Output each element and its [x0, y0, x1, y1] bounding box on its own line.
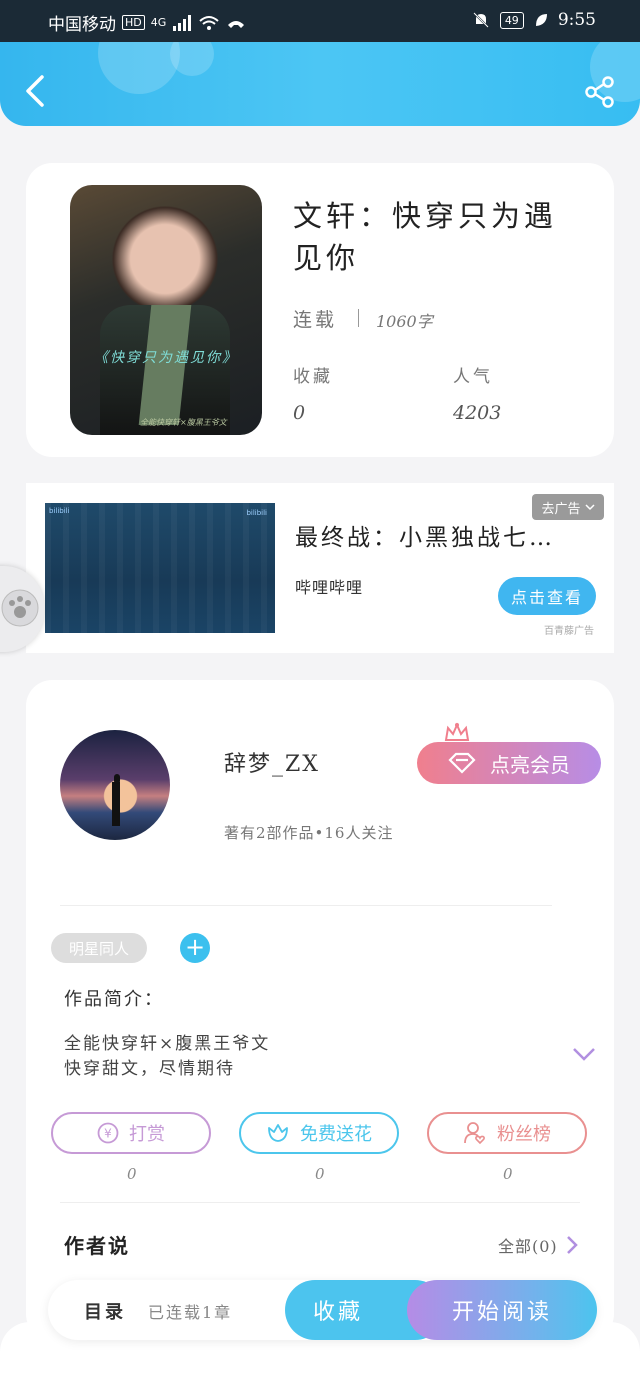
crown-icon: [444, 722, 470, 741]
tip-count: 0: [127, 1165, 137, 1183]
genre-tag[interactable]: 明星同人: [51, 933, 147, 963]
send-flower-button[interactable]: 免费送花: [239, 1112, 399, 1154]
ad-provider: 百青藤广告: [544, 626, 594, 637]
call-icon: [228, 20, 245, 28]
cover-title-text: 《快穿只为遇见你》: [94, 350, 238, 366]
favorites-value: 0: [293, 402, 306, 424]
ad-title[interactable]: 最终战：小黑独战七…: [295, 518, 565, 552]
section-divider: [60, 905, 552, 906]
book-title: 文轩：快穿只为遇见你: [293, 199, 558, 275]
hd-badge: HD: [122, 15, 145, 30]
author-avatar[interactable]: [60, 730, 170, 840]
wifi-icon: [199, 15, 219, 30]
author-says-label: 作者说: [64, 1234, 130, 1258]
meta-divider: [358, 309, 359, 327]
fans-count: 0: [503, 1165, 513, 1183]
start-reading-button[interactable]: 开始阅读: [407, 1280, 597, 1340]
signal-icon: [173, 14, 192, 31]
section-divider-2: [60, 1202, 580, 1203]
back-icon[interactable]: [22, 74, 48, 108]
vip-button-label: 点亮会员: [490, 752, 570, 777]
vip-button[interactable]: 点亮会员: [417, 742, 601, 784]
chevron-down-icon: [584, 504, 595, 511]
toc-button[interactable]: 目录 已连载1章: [84, 1298, 232, 1324]
fans-rank-button[interactable]: 粉丝榜: [427, 1112, 587, 1154]
remove-ad-button[interactable]: 去广告: [532, 494, 604, 520]
cover-subtitle-text: 全能快穿轩×腹黑王爷文: [140, 418, 227, 427]
share-icon[interactable]: [584, 76, 616, 108]
status-bar: 中国移动 HD 4G 49 9:55: [0, 0, 640, 42]
yen-icon: ¥: [97, 1122, 119, 1144]
author-name[interactable]: 辞梦_ZX: [224, 746, 320, 778]
ad-image[interactable]: bilibili bilibili: [45, 503, 275, 633]
send-flower-label: 免费送花: [300, 1124, 372, 1145]
flower-icon: [268, 1124, 288, 1142]
fans-rank-label: 粉丝榜: [497, 1124, 551, 1145]
favorites-label: 收藏: [293, 367, 333, 387]
book-status: 连载: [293, 309, 338, 331]
carrier-label: 中国移动: [48, 15, 116, 35]
remove-ad-label: 去广告: [541, 501, 581, 517]
tip-button[interactable]: ¥ 打赏: [51, 1112, 211, 1154]
chevron-right-icon: [566, 1236, 578, 1254]
chapter-count: 已连载1章: [148, 1303, 233, 1322]
book-cover[interactable]: 《快穿只为遇见你》 全能快穿轩×腹黑王爷文: [70, 185, 262, 435]
intro-line-2: 快穿甜文，尽情期待: [64, 1059, 235, 1079]
mute-bell-icon: [473, 12, 489, 28]
network-label: 4G: [150, 16, 167, 29]
flower-count: 0: [315, 1165, 325, 1183]
add-tag-button[interactable]: +: [180, 933, 210, 963]
ad-logo-left: bilibili: [49, 507, 70, 515]
ad-source: 哔哩哔哩: [295, 578, 364, 597]
svg-text:¥: ¥: [104, 1127, 112, 1141]
expand-chevron-icon[interactable]: [572, 1046, 596, 1062]
word-count: 1060字: [376, 312, 433, 331]
clock: 9:55: [557, 10, 596, 30]
intro-line-1: 全能快穿轩×腹黑王爷文: [64, 1034, 271, 1054]
tip-label: 打赏: [129, 1124, 165, 1145]
app-header: [0, 42, 640, 126]
leaf-icon: [535, 14, 547, 26]
diamond-icon: [448, 752, 476, 774]
battery-indicator: 49: [499, 11, 524, 29]
paw-icon: [1, 589, 39, 627]
popularity-value: 4203: [453, 402, 502, 424]
intro-label: 作品简介：: [64, 989, 164, 1010]
ad-logo-right: bilibili: [246, 509, 267, 517]
author-stats: 著有2部作品•16人关注: [224, 824, 394, 842]
user-heart-icon: [464, 1122, 485, 1145]
toc-label: 目录: [84, 1302, 126, 1323]
author-says-all-label: 全部(0): [498, 1237, 558, 1256]
author-says-all-link[interactable]: 全部(0): [498, 1233, 578, 1257]
ad-view-button[interactable]: 点击查看: [498, 577, 596, 615]
popularity-label: 人气: [453, 367, 493, 387]
